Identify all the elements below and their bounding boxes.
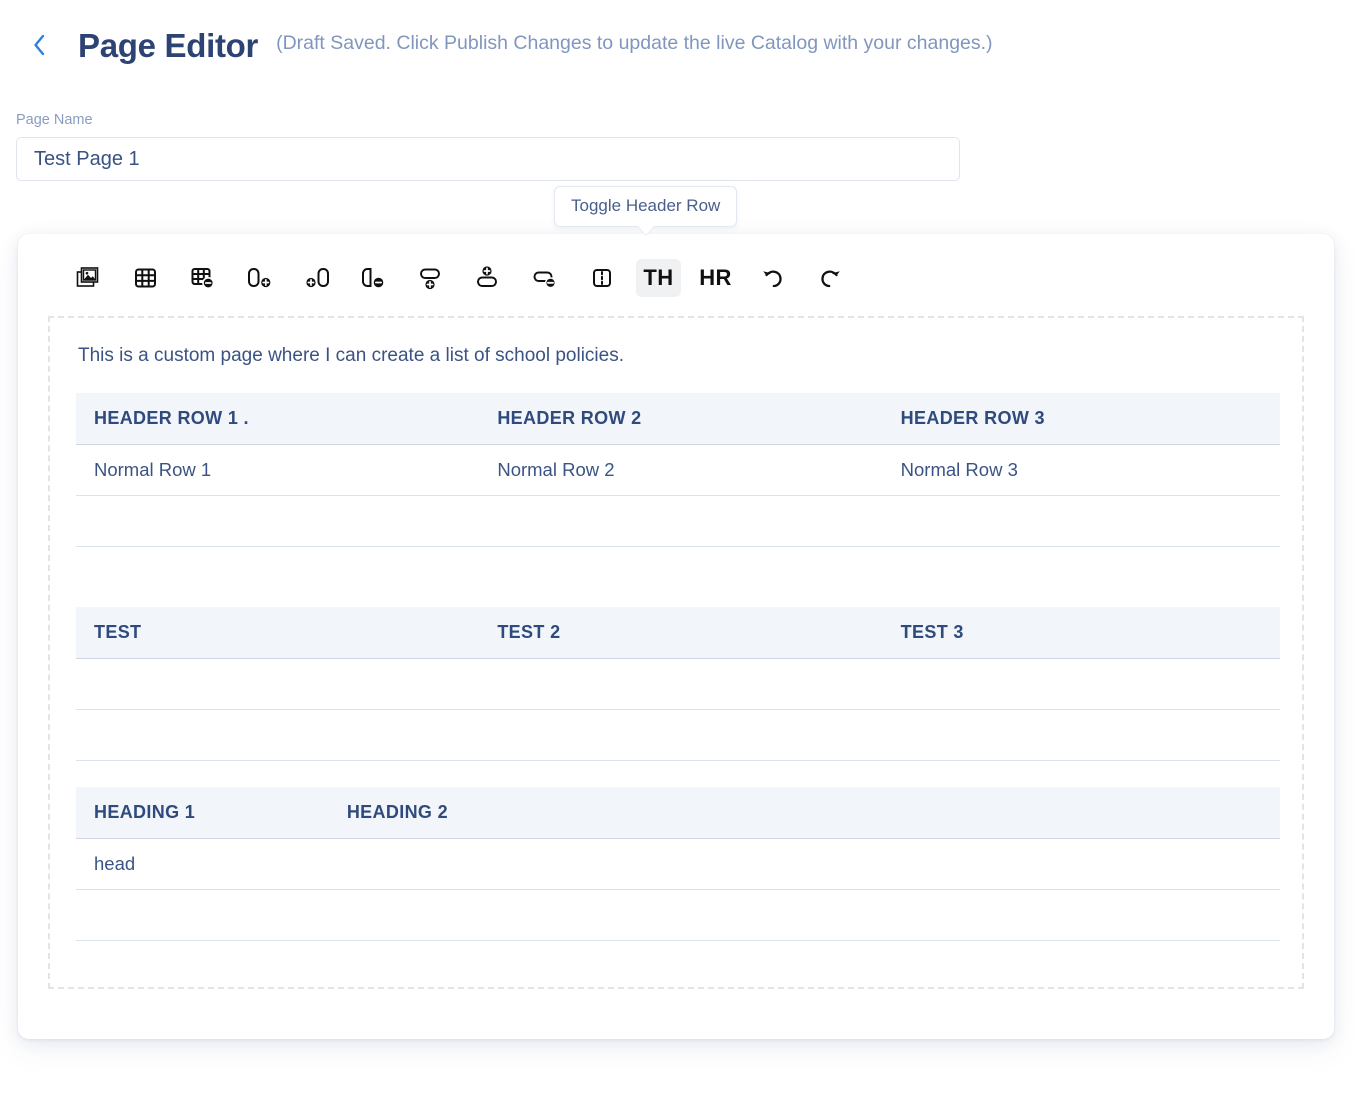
- redo-button[interactable]: [807, 259, 852, 297]
- table-header-cell[interactable]: HEADER ROW 2: [479, 392, 883, 445]
- delete-column-icon: [360, 265, 388, 291]
- body-paragraph[interactable]: This is a custom page where I can create…: [78, 344, 1280, 369]
- redo-icon: [817, 265, 843, 291]
- table-header-row[interactable]: HEADER ROW 1 . HEADER ROW 2 HEADER ROW 3: [76, 392, 1280, 445]
- table-header-cell[interactable]: HEADER ROW 1 .: [76, 392, 480, 445]
- table-cell[interactable]: [882, 495, 1280, 547]
- table-header-cell[interactable]: HEADER ROW 3: [882, 392, 1280, 445]
- add-column-after-icon: [246, 265, 274, 291]
- table-row[interactable]: [76, 889, 1280, 941]
- table-cell[interactable]: [479, 495, 883, 547]
- table-header-cell[interactable]: HEADING 2: [328, 786, 1280, 839]
- add-row-after-button[interactable]: [465, 259, 510, 297]
- page-name-input[interactable]: [16, 137, 960, 181]
- table-cell[interactable]: [76, 495, 480, 547]
- editor-toolbar: TH HR: [18, 252, 1334, 304]
- table-cell[interactable]: Normal Row 2: [479, 444, 883, 496]
- insert-table-button[interactable]: [123, 259, 168, 297]
- undo-icon: [760, 265, 786, 291]
- add-row-before-button[interactable]: [408, 259, 453, 297]
- table-cell[interactable]: [882, 658, 1280, 710]
- table-header-row[interactable]: HEADING 1 HEADING 2: [76, 786, 1280, 839]
- horizontal-rule-button[interactable]: HR: [693, 259, 738, 297]
- editable-content-area[interactable]: This is a custom page where I can create…: [48, 316, 1304, 989]
- editor-card: Toggle Header Row TH HR This is a custom…: [18, 186, 1334, 1039]
- table-cell[interactable]: [76, 889, 329, 941]
- insert-table-icon: [133, 265, 159, 291]
- table-cell[interactable]: [76, 658, 480, 710]
- page-title: Page Editor: [78, 26, 259, 64]
- tooltip: Toggle Header Row: [554, 186, 738, 227]
- table-header-cell[interactable]: HEADING 1: [76, 786, 329, 839]
- table-cell[interactable]: Normal Row 1: [76, 444, 480, 496]
- page-name-label: Page Name: [16, 112, 93, 128]
- table-header-cell[interactable]: TEST 3: [882, 606, 1280, 659]
- back-button[interactable]: [26, 30, 52, 60]
- insert-image-icon: [76, 265, 102, 291]
- delete-row-button[interactable]: [522, 259, 567, 297]
- horizontal-rule-label: HR: [699, 265, 732, 290]
- table-2[interactable]: TEST TEST 2 TEST 3: [76, 606, 1280, 761]
- merge-split-cells-button[interactable]: [579, 259, 624, 297]
- table-cell[interactable]: [328, 889, 1280, 941]
- tooltip-text: Toggle Header Row: [571, 196, 721, 215]
- toggle-header-row-label: TH: [643, 265, 674, 290]
- add-row-after-icon: [474, 265, 502, 291]
- table-cell[interactable]: [882, 709, 1280, 761]
- add-row-before-icon: [417, 265, 445, 291]
- table-row[interactable]: [76, 709, 1280, 761]
- add-column-before-button[interactable]: [294, 259, 339, 297]
- delete-table-button[interactable]: [180, 259, 225, 297]
- page-header: Page Editor (Draft Saved. Click Publish …: [0, 0, 1354, 68]
- table-cell[interactable]: [479, 658, 883, 710]
- table-spacer: [76, 573, 1280, 607]
- table-row[interactable]: [76, 495, 1280, 547]
- delete-column-button[interactable]: [351, 259, 396, 297]
- page-name-field-block: Page Name: [16, 112, 1354, 181]
- delete-row-icon: [531, 265, 559, 291]
- table-row[interactable]: head: [76, 838, 1280, 890]
- table-cell[interactable]: [328, 838, 1280, 890]
- add-column-before-icon: [303, 265, 331, 291]
- table-header-row[interactable]: TEST TEST 2 TEST 3: [76, 606, 1280, 659]
- delete-table-icon: [190, 265, 216, 291]
- merge-split-cells-icon: [589, 265, 615, 291]
- table-cell[interactable]: head: [76, 838, 329, 890]
- table-header-cell[interactable]: TEST 2: [479, 606, 883, 659]
- table-row[interactable]: [76, 658, 1280, 710]
- table-header-cell[interactable]: TEST: [76, 606, 480, 659]
- table-1[interactable]: HEADER ROW 1 . HEADER ROW 2 HEADER ROW 3…: [76, 392, 1280, 547]
- table-3[interactable]: HEADING 1 HEADING 2 head: [76, 786, 1280, 941]
- add-column-after-button[interactable]: [237, 259, 282, 297]
- chevron-left-icon: [32, 33, 46, 57]
- table-row[interactable]: Normal Row 1 Normal Row 2 Normal Row 3: [76, 444, 1280, 496]
- page-subtitle: (Draft Saved. Click Publish Changes to u…: [276, 32, 993, 55]
- table-cell[interactable]: [479, 709, 883, 761]
- table-cell[interactable]: Normal Row 3: [882, 444, 1280, 496]
- undo-button[interactable]: [750, 259, 795, 297]
- table-cell[interactable]: [76, 709, 480, 761]
- insert-image-button[interactable]: [66, 259, 111, 297]
- toggle-header-row-button[interactable]: TH: [636, 259, 681, 297]
